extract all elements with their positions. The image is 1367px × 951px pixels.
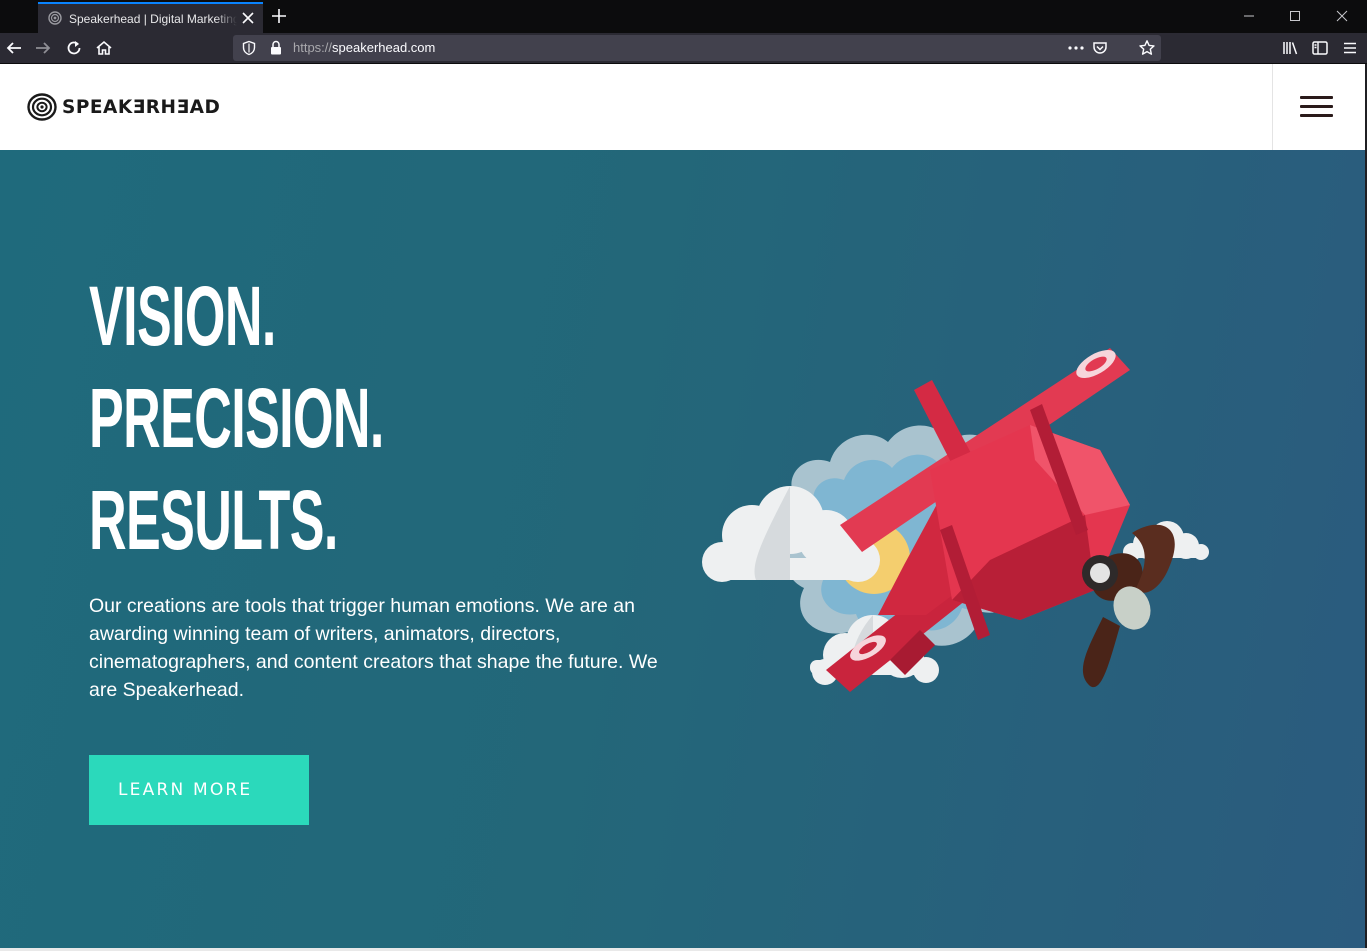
hero-section: VISION. PRECISION. RESULTS. Our creation… bbox=[0, 150, 1365, 948]
site-menu-button[interactable] bbox=[1300, 96, 1333, 118]
back-icon[interactable] bbox=[5, 39, 23, 57]
url-host: speakerhead.com bbox=[332, 40, 436, 55]
header-divider bbox=[1272, 64, 1273, 150]
library-icon[interactable] bbox=[1282, 39, 1300, 57]
page-actions-icon[interactable] bbox=[1067, 41, 1085, 55]
new-tab-icon[interactable] bbox=[270, 7, 288, 25]
biplane-illustration bbox=[702, 348, 1209, 692]
browser-tab[interactable]: Speakerhead | Digital Marketing bbox=[38, 2, 263, 33]
url-bar[interactable]: https://speakerhead.com bbox=[233, 35, 1161, 61]
bookmark-star-icon[interactable] bbox=[1138, 39, 1156, 57]
maximize-icon[interactable] bbox=[1287, 8, 1303, 24]
browser-toolbar: https://speakerhead.com bbox=[0, 33, 1367, 64]
hero-description: Our creations are tools that trigger hum… bbox=[89, 595, 658, 701]
url-protocol: https:// bbox=[293, 40, 333, 55]
home-icon[interactable] bbox=[95, 39, 113, 57]
tab-title: Speakerhead | Digital Marketing bbox=[69, 11, 237, 27]
learn-more-button[interactable]: LEARN MORE bbox=[89, 755, 309, 825]
speakerhead-favicon-icon bbox=[48, 11, 62, 25]
url-text: https://speakerhead.com bbox=[293, 40, 435, 56]
hero-headline: VISION. PRECISION. RESULTS. bbox=[89, 265, 384, 571]
sidebar-icon[interactable] bbox=[1311, 39, 1329, 57]
forward-icon[interactable] bbox=[34, 39, 52, 57]
headline-line-precision: PRECISION. bbox=[89, 371, 384, 465]
browser-tab-bar: Speakerhead | Digital Marketing bbox=[0, 0, 1367, 33]
speakerhead-logo[interactable]: SPEAKƎRHƎAD bbox=[27, 93, 220, 121]
app-menu-icon[interactable] bbox=[1341, 39, 1359, 57]
shield-icon[interactable] bbox=[241, 40, 257, 56]
headline-line-vision: VISION. bbox=[89, 269, 276, 363]
headline-line-results: RESULTS. bbox=[89, 473, 338, 567]
minimize-icon[interactable] bbox=[1241, 8, 1257, 24]
lock-icon[interactable] bbox=[269, 40, 283, 56]
logo-text: SPEAKƎRHƎAD bbox=[62, 96, 221, 118]
close-window-icon[interactable] bbox=[1334, 8, 1350, 24]
site-header: SPEAKƎRHƎAD bbox=[0, 64, 1365, 150]
close-tab-icon[interactable] bbox=[241, 11, 255, 25]
reload-icon[interactable] bbox=[65, 39, 83, 57]
speakerhead-logo-icon bbox=[27, 93, 57, 121]
pocket-icon[interactable] bbox=[1092, 40, 1108, 56]
